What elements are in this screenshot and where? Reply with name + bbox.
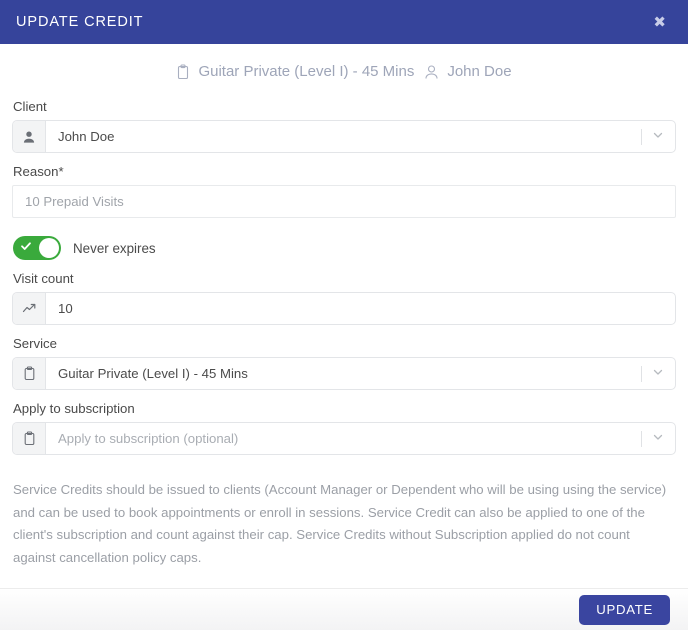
update-button[interactable]: UPDATE xyxy=(579,594,670,625)
client-label: Client xyxy=(13,99,47,114)
clipboard-icon xyxy=(176,63,190,80)
apply-to-subscription-value[interactable]: Apply to subscription (optional) xyxy=(46,423,629,454)
chevron-down-icon xyxy=(652,430,664,448)
visit-count-group[interactable]: 10 xyxy=(12,292,676,325)
never-expires-row: Never expires xyxy=(12,220,676,262)
never-expires-toggle[interactable] xyxy=(13,236,61,260)
subtitle-bar: Guitar Private (Level I) - 45 Mins John … xyxy=(12,44,676,90)
update-credit-modal: UPDATE CREDIT ✖ Guitar Private (Level I)… xyxy=(0,0,688,630)
apply-to-subscription-select[interactable]: Apply to subscription (optional) xyxy=(12,422,676,455)
user-outline-icon xyxy=(424,64,439,80)
clipboard-icon xyxy=(13,423,46,454)
client-select[interactable]: John Doe xyxy=(12,120,676,153)
never-expires-label: Never expires xyxy=(73,240,156,256)
service-value[interactable]: Guitar Private (Level I) - 45 Mins xyxy=(46,358,629,389)
subtitle-client-label: John Doe xyxy=(447,63,512,80)
service-label: Service xyxy=(13,336,57,351)
close-icon[interactable]: ✖ xyxy=(647,11,672,34)
trending-up-icon xyxy=(13,293,46,324)
toggle-knob xyxy=(39,238,59,258)
modal-footer: UPDATE xyxy=(0,588,688,630)
clipboard-icon xyxy=(13,358,46,389)
reason-input[interactable] xyxy=(12,185,676,218)
field-reason: Reason* xyxy=(12,155,676,218)
field-apply-to-subscription: Apply to subscription Apply to subscript… xyxy=(12,392,676,455)
divider xyxy=(640,430,642,447)
divider xyxy=(640,365,642,382)
field-client: Client John Doe xyxy=(12,90,676,153)
modal-header: UPDATE CREDIT ✖ xyxy=(0,0,688,44)
help-text: Service Credits should be issued to clie… xyxy=(13,482,667,566)
modal-title: UPDATE CREDIT xyxy=(16,14,144,30)
subtitle-client: John Doe xyxy=(424,63,512,80)
subtitle-service: Guitar Private (Level I) - 45 Mins xyxy=(176,63,414,80)
apply-to-subscription-label: Apply to subscription xyxy=(13,401,135,416)
field-service: Service Guitar Private (Level I) - 45 Mi… xyxy=(12,327,676,390)
field-visit-count: Visit count 10 xyxy=(12,262,676,325)
subtitle-service-label: Guitar Private (Level I) - 45 Mins xyxy=(198,63,415,80)
apply-to-subscription-dropdown-toggle[interactable] xyxy=(629,423,675,454)
reason-label: Reason* xyxy=(13,164,64,179)
chevron-down-icon xyxy=(652,365,664,383)
check-icon xyxy=(20,239,32,257)
service-select[interactable]: Guitar Private (Level I) - 45 Mins xyxy=(12,357,676,390)
client-value[interactable]: John Doe xyxy=(46,121,629,152)
client-dropdown-toggle[interactable] xyxy=(629,121,675,152)
chevron-down-icon xyxy=(652,128,664,146)
visit-count-label: Visit count xyxy=(13,271,74,286)
divider xyxy=(640,128,642,145)
service-dropdown-toggle[interactable] xyxy=(629,358,675,389)
modal-body: Guitar Private (Level I) - 45 Mins John … xyxy=(0,44,688,588)
user-filled-icon xyxy=(13,121,46,152)
visit-count-value[interactable]: 10 xyxy=(46,293,675,324)
